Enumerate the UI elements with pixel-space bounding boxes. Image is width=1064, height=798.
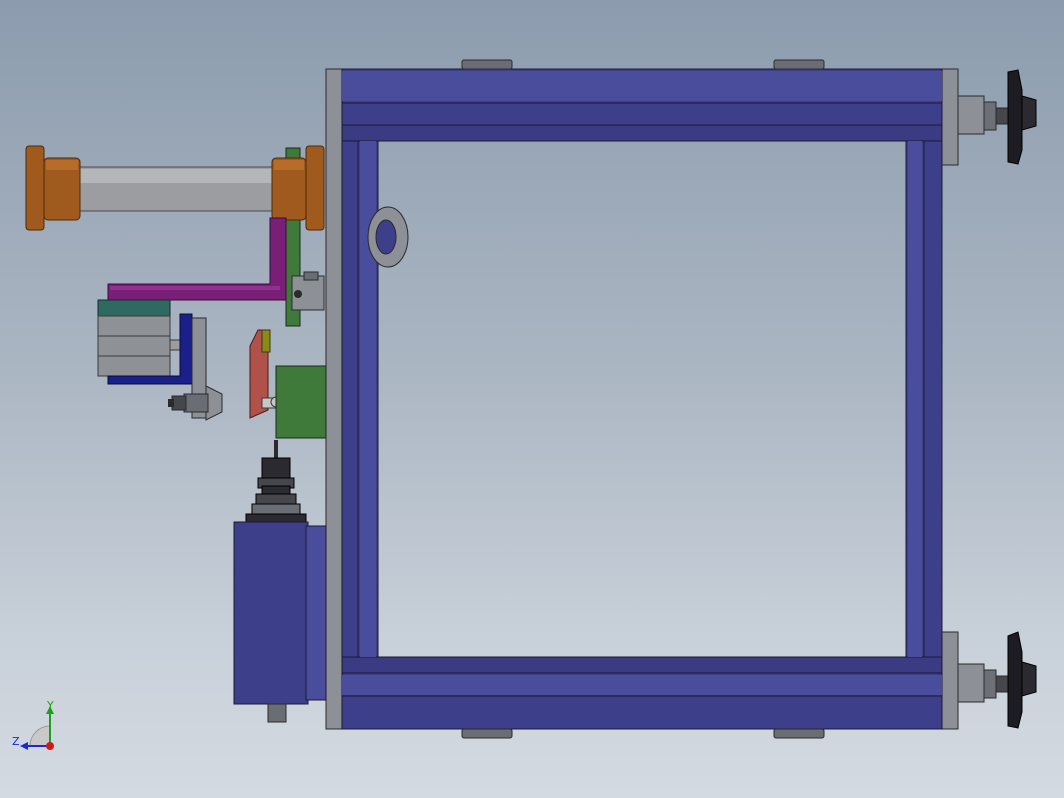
triad-z-label: Z — [12, 735, 20, 748]
green-block — [275, 365, 327, 439]
main-frame — [325, 59, 959, 739]
top-feet — [461, 59, 825, 70]
leveling-foot-bottom — [957, 631, 1037, 729]
right-spool-flange — [305, 145, 325, 231]
orientation-triad — [20, 706, 54, 750]
right-end-plate-bottom — [941, 631, 959, 730]
top-beam-highlight — [342, 71, 942, 101]
top-rail — [341, 124, 943, 142]
triad-y-label: Y — [47, 699, 54, 712]
cylinder-body — [97, 315, 171, 377]
right-end-plate-top — [941, 68, 959, 166]
lifting-eye — [367, 206, 409, 268]
motor-end-cap — [305, 525, 327, 701]
left-spool-flange — [25, 145, 45, 231]
left-end-plate — [325, 68, 343, 730]
triad-x-axis — [46, 742, 54, 750]
leveling-foot-top — [957, 69, 1037, 165]
magenta-bracket — [107, 217, 287, 301]
plate-clamp — [291, 271, 325, 311]
bottom-feet — [461, 728, 825, 739]
assembly-drawing — [25, 59, 1037, 739]
pneumatic-cylinder — [97, 299, 185, 377]
cad-viewport[interactable]: Y Z — [0, 0, 1064, 798]
bottom-rail — [341, 656, 943, 674]
motor-housing — [233, 521, 309, 705]
motor-assembly — [233, 440, 327, 723]
triad-base-arc — [29, 725, 51, 747]
